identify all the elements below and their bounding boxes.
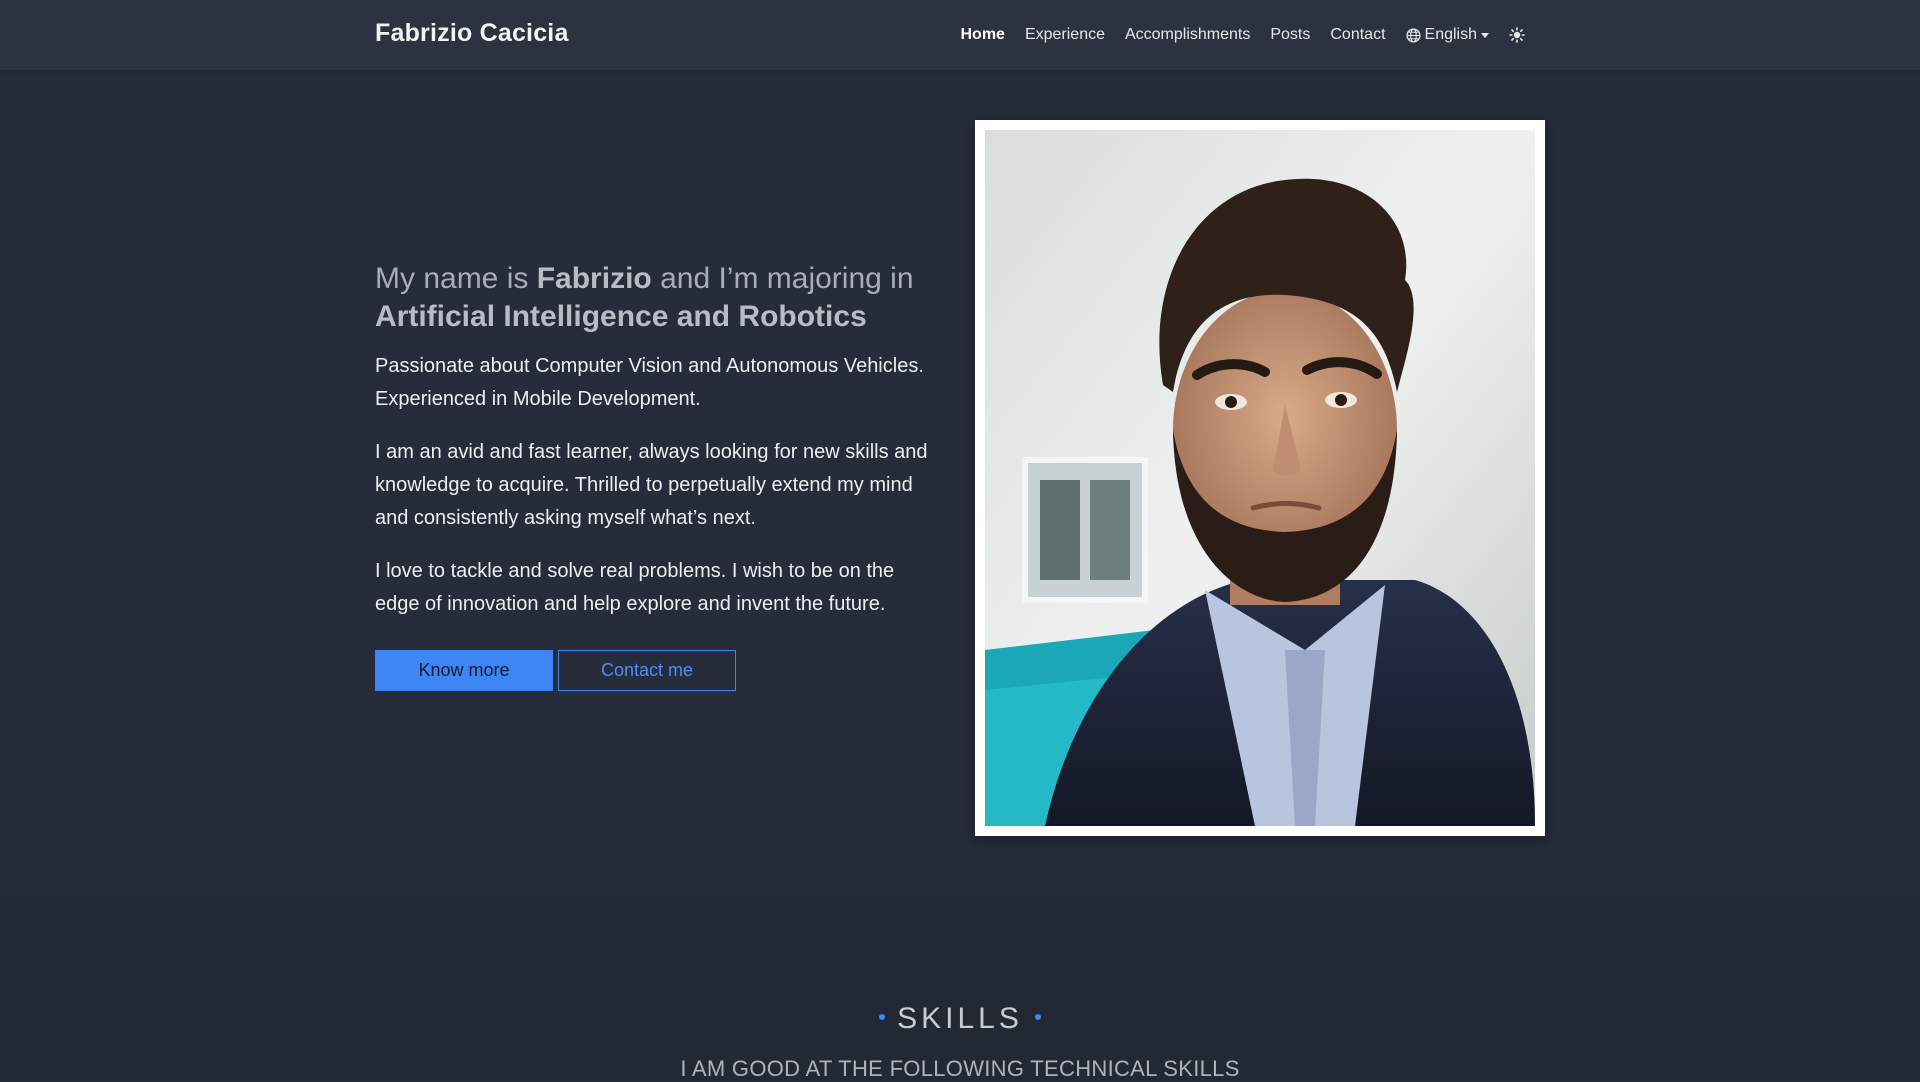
brand-link[interactable]: Fabrizio Cacicia xyxy=(375,19,569,48)
contact-me-button[interactable]: Contact me xyxy=(558,650,736,691)
hero-paragraph-1: Passionate about Computer Vision and Aut… xyxy=(375,355,924,410)
theme-toggle-button[interactable] xyxy=(1499,0,1535,70)
language-dropdown[interactable]: English xyxy=(1396,0,1499,70)
navbar: Fabrizio Cacicia Home Experience Accompl… xyxy=(0,0,1920,70)
skills-title-text: SKILLS xyxy=(897,1002,1023,1035)
hero-paragraph-3: I love to tackle and solve real problems… xyxy=(375,560,895,615)
headline-prefix: My name is xyxy=(375,262,537,295)
profile-photo-frame xyxy=(975,120,1545,836)
nav-item-experience[interactable]: Experience xyxy=(1015,0,1115,70)
language-label: English xyxy=(1424,26,1477,43)
nav-item-home[interactable]: Home xyxy=(950,0,1014,70)
skills-subtitle: I AM GOOD AT THE FOLLOWING TECHNICAL SKI… xyxy=(680,1056,1240,1081)
nav-menu: Home Experience Accomplishments Posts Co… xyxy=(950,0,1535,70)
globe-icon xyxy=(1405,27,1421,43)
dot-decoration xyxy=(1034,1014,1041,1021)
caret-down-icon xyxy=(1481,32,1489,38)
know-more-button[interactable]: Know more xyxy=(375,650,553,691)
hero-headline: My name is Fabrizio and I’m majoring in A… xyxy=(375,260,935,336)
hero-buttons: Know more Contact me xyxy=(375,650,736,691)
nav-item-contact[interactable]: Contact xyxy=(1320,0,1395,70)
hero-paragraph-2: I am an avid and fast learner, always lo… xyxy=(375,441,928,529)
dot-decoration xyxy=(879,1014,886,1021)
headline-middle: and I’m majoring in xyxy=(651,262,914,295)
headline-name: Fabrizio xyxy=(536,262,652,295)
hero-text: My name is Fabrizio and I’m majoring in A… xyxy=(375,260,935,641)
headline-major: Artificial Intelligence and Robotics xyxy=(375,300,867,333)
skills-section: SKILLS I AM GOOD AT THE FOLLOWING TECHNI… xyxy=(0,896,1920,1081)
profile-photo xyxy=(985,130,1535,826)
hero-section: My name is Fabrizio and I’m majoring in A… xyxy=(0,70,1920,896)
nav-item-posts[interactable]: Posts xyxy=(1260,0,1320,70)
nav-item-accomplishments[interactable]: Accomplishments xyxy=(1115,0,1260,70)
skills-title: SKILLS xyxy=(0,1002,1920,1036)
sun-icon xyxy=(1509,27,1525,43)
